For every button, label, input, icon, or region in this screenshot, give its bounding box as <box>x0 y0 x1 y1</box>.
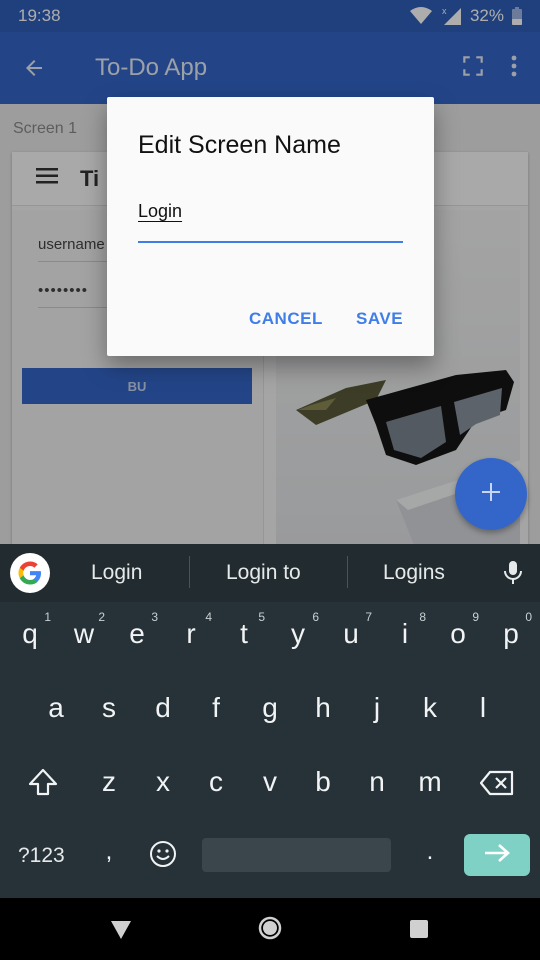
key-f[interactable]: f <box>189 692 243 724</box>
key-z[interactable]: z <box>82 766 136 798</box>
google-g-icon[interactable] <box>10 553 50 593</box>
symbols-key[interactable]: ?123 <box>18 844 65 868</box>
key-g[interactable]: g <box>243 692 297 724</box>
nav-recents-icon[interactable] <box>409 919 429 944</box>
screen-name-input-value: Login <box>138 201 183 221</box>
key-q[interactable]: q1 <box>3 610 57 650</box>
edit-screen-name-dialog: Edit Screen Name Login CANCEL SAVE <box>107 97 434 356</box>
key-p[interactable]: p0 <box>484 610 538 650</box>
dialog-title: Edit Screen Name <box>138 131 341 159</box>
soft-keyboard: q1 w2 e3 r4 t5 y6 u7 i8 o9 p0 a s d f g … <box>0 602 540 898</box>
key-i[interactable]: i8 <box>378 610 432 650</box>
key-u[interactable]: u7 <box>324 610 378 650</box>
microphone-icon[interactable] <box>502 560 524 591</box>
emoji-icon[interactable] <box>136 840 190 875</box>
key-v[interactable]: v <box>243 766 297 798</box>
key-m[interactable]: m <box>403 766 457 798</box>
enter-key[interactable] <box>464 834 530 876</box>
key-c[interactable]: c <box>189 766 243 798</box>
nav-home-icon[interactable] <box>258 916 282 945</box>
key-b[interactable]: b <box>296 766 350 798</box>
suggestion-divider <box>189 556 190 588</box>
key-n[interactable]: n <box>350 766 404 798</box>
key-j[interactable]: j <box>350 692 404 724</box>
key-l[interactable]: l <box>456 692 510 724</box>
key-t[interactable]: t5 <box>217 610 271 650</box>
key-r[interactable]: r4 <box>164 610 218 650</box>
key-w[interactable]: w2 <box>57 610 111 650</box>
suggestion-1[interactable]: Login <box>91 561 142 585</box>
add-fab-button[interactable] <box>455 458 527 530</box>
suggestion-2[interactable]: Login to <box>226 561 301 585</box>
plus-icon <box>479 480 503 509</box>
key-e[interactable]: e3 <box>110 610 164 650</box>
system-nav-bar <box>0 898 540 960</box>
suggestion-3[interactable]: Logins <box>383 561 445 585</box>
space-bar[interactable] <box>202 838 391 872</box>
key-d[interactable]: d <box>136 692 190 724</box>
nav-back-icon[interactable] <box>110 920 132 945</box>
key-h[interactable]: h <box>296 692 350 724</box>
key-o[interactable]: o9 <box>431 610 485 650</box>
key-y[interactable]: y6 <box>271 610 325 650</box>
key-comma[interactable]: , <box>82 838 136 866</box>
key-period[interactable]: . <box>403 838 457 866</box>
suggestion-divider <box>347 556 348 588</box>
cancel-button[interactable]: CANCEL <box>249 309 323 329</box>
arrow-right-icon <box>483 843 511 868</box>
backspace-icon[interactable] <box>470 770 524 803</box>
key-a[interactable]: a <box>29 692 83 724</box>
key-x[interactable]: x <box>136 766 190 798</box>
key-s[interactable]: s <box>82 692 136 724</box>
save-button[interactable]: SAVE <box>356 309 403 329</box>
keyboard-suggestion-strip: Login Login to Logins <box>0 544 540 602</box>
key-k[interactable]: k <box>403 692 457 724</box>
shift-icon[interactable] <box>16 768 70 803</box>
screen-name-input[interactable]: Login <box>138 201 403 243</box>
